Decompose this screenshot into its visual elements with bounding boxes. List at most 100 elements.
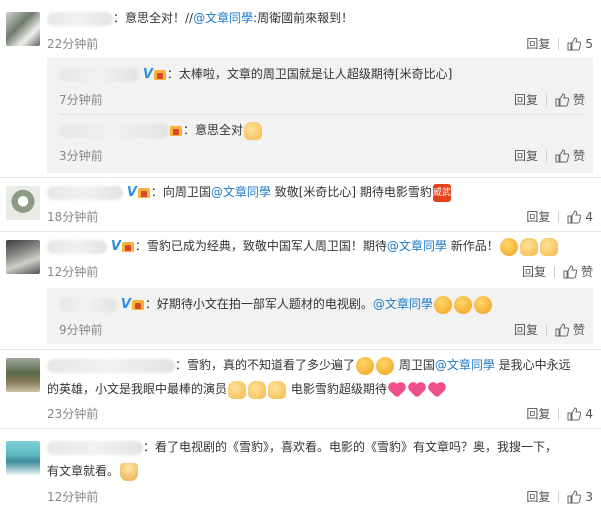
username-blurred[interactable]	[59, 297, 117, 312]
username-blurred[interactable]	[59, 67, 139, 82]
crying-laughing-emoji-icon	[356, 356, 375, 375]
thumbs-up-icon	[555, 322, 569, 336]
reply-button[interactable]: 回复	[514, 147, 538, 164]
verified-v-icon: V	[120, 297, 131, 312]
like-count: 4	[585, 209, 593, 224]
thumbs-up-emoji-icon	[539, 237, 558, 256]
divider	[558, 210, 560, 223]
reply-time: 7分钟前	[59, 93, 103, 107]
like-label: 赞	[572, 93, 585, 107]
reply-button[interactable]: 回复	[514, 321, 538, 338]
heart-emoji-icon	[428, 382, 446, 398]
like-button[interactable]: 4	[567, 210, 593, 224]
comment-time: 23分钟前	[47, 407, 99, 421]
username-blurred[interactable]	[47, 11, 113, 26]
comment-time: 18分钟前	[47, 210, 99, 224]
reply-actions: 回复 赞	[514, 91, 585, 108]
verified-v-icon: V	[110, 239, 121, 254]
comment-actions: 回复 5	[526, 35, 593, 52]
comment-actions: 回复 4	[526, 208, 593, 225]
mention-link[interactable]: @文章同學	[193, 11, 253, 25]
divider	[545, 323, 547, 336]
like-button[interactable]: 5	[567, 37, 593, 51]
heart-emoji-icon	[408, 382, 426, 398]
comment-text: V ：向周卫国@文章同學 致敬[米奇比心] 期待电影雪豹威武	[47, 182, 593, 203]
verified-v-icon: V	[126, 185, 137, 200]
reply-text: ：意思全对	[59, 120, 585, 141]
comment-actions: 回复 4	[526, 405, 593, 422]
heart-emoji-icon	[388, 382, 406, 398]
reply-button[interactable]: 回复	[514, 91, 538, 108]
reply-button[interactable]: 回复	[526, 488, 550, 505]
avatar[interactable]	[6, 441, 40, 475]
laughing-emoji-icon	[453, 295, 472, 314]
crying-laughing-emoji-icon	[376, 356, 395, 375]
laughing-emoji-icon	[473, 295, 492, 314]
emoji-badge-icon: 威武	[432, 183, 451, 202]
thumbs-up-emoji-icon	[268, 380, 287, 399]
divider	[545, 93, 547, 106]
username-blurred[interactable]	[47, 440, 143, 455]
mention-link[interactable]: @文章同學	[435, 358, 495, 372]
thumbs-up-emoji-icon	[248, 380, 267, 399]
divider	[545, 149, 547, 162]
divider	[558, 490, 560, 503]
comment-text: V ：雪豹已成为经典，致敬中国军人周卫国！期待@文章同學 新作品！	[47, 236, 593, 257]
comment-item: V ：向周卫国@文章同學 致敬[米奇比心] 期待电影雪豹威武 18分钟前 回复 4	[0, 178, 601, 232]
like-button[interactable]: 赞	[555, 321, 585, 338]
username-blurred[interactable]	[47, 185, 123, 200]
divider	[553, 265, 555, 278]
like-button[interactable]: 赞	[555, 147, 585, 164]
like-button[interactable]: 赞	[563, 263, 593, 280]
reply-box: V ：好期待小文在拍一部军人题材的电视剧。@文章同學 9分钟前 回复 赞	[47, 288, 593, 344]
comment-time: 22分钟前	[47, 37, 99, 51]
like-button[interactable]: 赞	[555, 91, 585, 108]
reply-time: 3分钟前	[59, 149, 103, 163]
username-blurred[interactable]	[47, 239, 107, 254]
member-crown-icon	[131, 298, 145, 311]
thumbs-up-icon	[567, 36, 582, 50]
laughing-emoji-icon	[499, 237, 518, 256]
username-blurred[interactable]	[47, 358, 175, 373]
reply-divider	[59, 114, 585, 115]
avatar[interactable]	[6, 12, 40, 46]
divider	[558, 407, 560, 420]
username-blurred[interactable]	[59, 123, 169, 138]
comment-text: ：看了电视剧的《雪豹》，喜欢看。电影的《雪豹》有文章吗？奥，我搜一下，	[47, 437, 593, 458]
thumbs-up-emoji-icon	[228, 380, 247, 399]
reply-box: V ：太棒啦，文章的周卫国就是让人超级期待[米奇比心] 7分钟前 回复 赞 ：意思…	[47, 58, 593, 173]
like-count: 4	[585, 406, 593, 421]
mention-link[interactable]: @文章同學	[373, 297, 433, 311]
member-crown-icon	[169, 124, 183, 137]
thumbs-up-icon	[567, 489, 582, 503]
avatar[interactable]	[6, 186, 40, 220]
thumbs-up-icon	[567, 406, 582, 420]
member-crown-icon	[153, 68, 167, 81]
comment-item: V ：雪豹已成为经典，致敬中国军人周卫国！期待@文章同學 新作品！ 12分钟前 回…	[0, 232, 601, 348]
mention-link[interactable]: @文章同學	[387, 239, 447, 253]
avatar[interactable]	[6, 240, 40, 274]
reply-button[interactable]: 回复	[522, 263, 546, 280]
comment-item: ：看了电视剧的《雪豹》，喜欢看。电影的《雪豹》有文章吗？奥，我搜一下， 有文章就…	[0, 429, 601, 511]
thumbs-up-icon	[555, 92, 569, 106]
comment-text-line2: 有文章就看。	[47, 461, 593, 482]
reply-button[interactable]: 回复	[526, 405, 550, 422]
reply-button[interactable]: 回复	[526, 208, 550, 225]
like-button[interactable]: 3	[567, 490, 593, 504]
comment-item: ：雪豹，真的不知道看了多少遍了 周卫国@文章同學 是我心中永远 的英雄，小文是我…	[0, 350, 601, 426]
reply-actions: 回复 赞	[514, 321, 585, 338]
thumbs-up-icon	[567, 209, 582, 223]
comment-item: ：意思全对！//@文章同學:周衛國前來報到！ 22分钟前 回复 5 V ：太棒啦，…	[0, 0, 601, 183]
like-button[interactable]: 4	[567, 407, 593, 421]
verified-v-icon: V	[142, 67, 153, 82]
thumbs-up-emoji-icon	[519, 237, 538, 256]
reply-text: V ：好期待小文在拍一部军人题材的电视剧。@文章同學	[59, 294, 585, 315]
like-label: 赞	[572, 323, 585, 337]
mention-link[interactable]: @文章同學	[211, 185, 271, 199]
reply-button[interactable]: 回复	[526, 35, 550, 52]
avatar[interactable]	[6, 358, 40, 392]
comment-time: 12分钟前	[47, 265, 99, 279]
comment-text-line2: 的英雄，小文是我眼中最棒的演员 电影雪豹超级期待	[47, 379, 593, 400]
comment-actions: 回复 赞	[522, 263, 593, 280]
like-label: 赞	[572, 149, 585, 163]
